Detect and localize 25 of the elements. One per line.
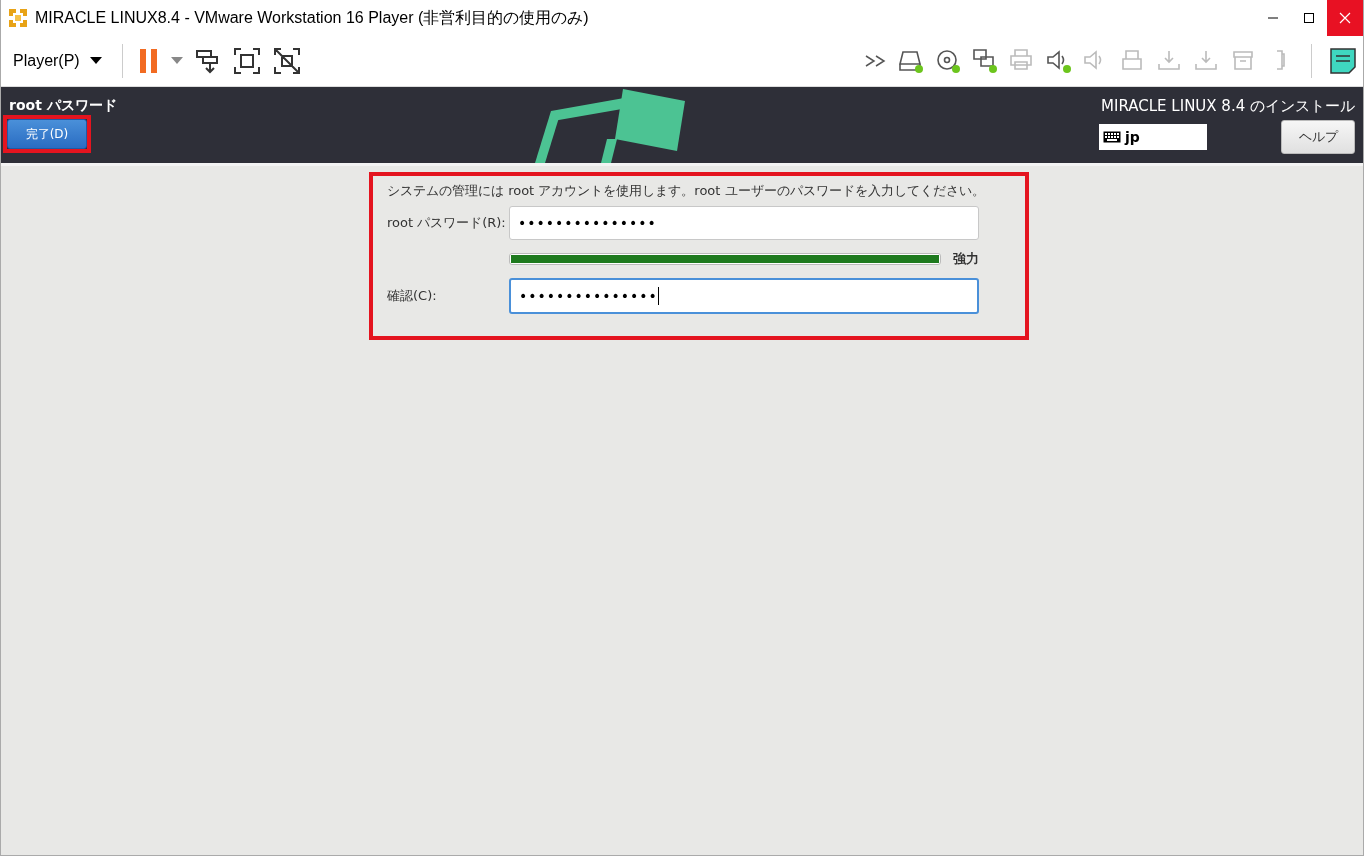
caret-icon xyxy=(170,57,183,65)
app-logo-icon xyxy=(7,7,29,29)
field-label: root パスワード(R): xyxy=(387,214,507,232)
keyboard-layout-indicator[interactable]: jp xyxy=(1099,124,1207,150)
caret-icon xyxy=(89,57,102,65)
maximize-icon xyxy=(1303,12,1315,24)
disk-device-icon[interactable] xyxy=(898,48,924,74)
spoke-title: root パスワード xyxy=(8,97,117,115)
description-text: システムの管理には root アカウントを使用します。root ユーザーのパスワードを入力してください。 xyxy=(387,182,979,200)
password-field[interactable]: ••••••••••••••• xyxy=(509,206,979,240)
close-icon xyxy=(1339,12,1351,24)
cd-device-icon[interactable] xyxy=(935,48,961,74)
help-button[interactable]: ヘルプ xyxy=(1281,120,1355,154)
done-button[interactable]: 完了(D) xyxy=(7,119,87,149)
product-title: MIRACLE LINUX 8.4 のインストール xyxy=(1101,97,1355,116)
fullscreen-icon xyxy=(232,47,261,75)
strength-label: 強力 xyxy=(953,250,979,268)
sound-device-icon[interactable] xyxy=(1046,48,1072,74)
field-label: 確認(C): xyxy=(387,287,438,305)
password-field[interactable]: ••••••••••••••• xyxy=(509,278,979,314)
window-title: MIRACLE LINUX8.4 - VMware Workstation 16 Player (非営利目的の使用のみ) xyxy=(35,7,590,28)
keyboard-icon xyxy=(1103,131,1121,143)
chevron-icon[interactable] xyxy=(865,54,887,68)
player-menu[interactable]: Player(P) xyxy=(7,48,108,74)
note-icon[interactable] xyxy=(1329,47,1357,75)
